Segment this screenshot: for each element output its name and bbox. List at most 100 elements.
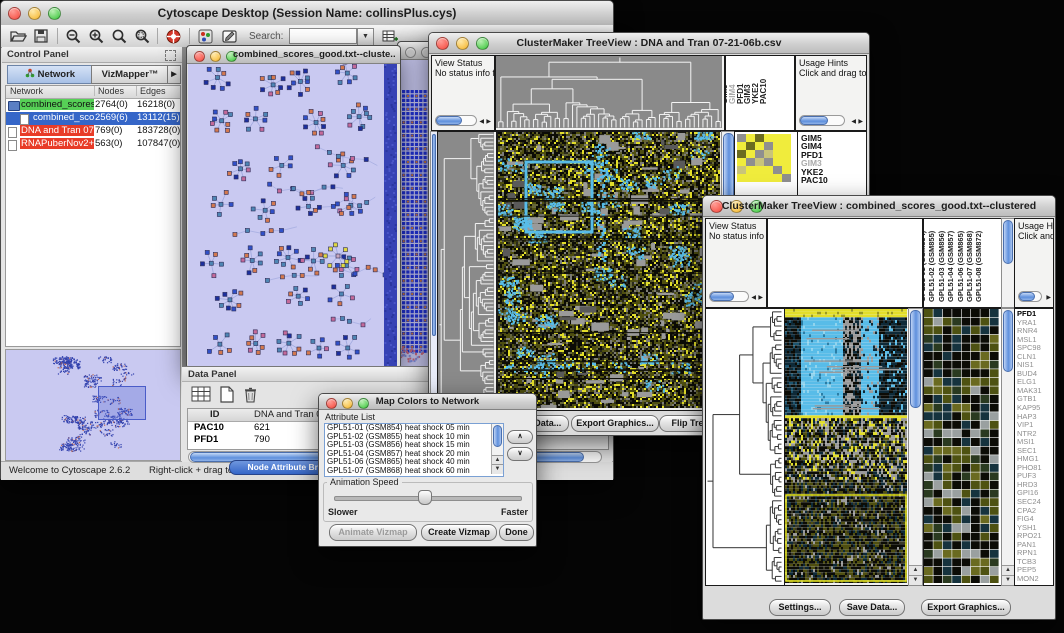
matrix-cell[interactable] — [755, 134, 764, 142]
scroll-left-arrow[interactable]: ◀ — [751, 293, 756, 303]
matrix-cell[interactable] — [746, 166, 755, 174]
tv2-zoom-panel[interactable] — [923, 308, 1002, 586]
matrix-cell[interactable] — [755, 150, 764, 158]
birdseye-viewport-rect[interactable] — [98, 386, 146, 420]
network-name[interactable]: RNAPuberNov2+ — [20, 138, 94, 149]
matrix-cell[interactable] — [773, 134, 782, 142]
tv1-zoom-matrix[interactable] — [737, 134, 791, 182]
search-dropdown-button[interactable]: ▼ — [357, 28, 374, 46]
new-document-icon[interactable] — [218, 385, 236, 404]
matrix-cell[interactable] — [782, 166, 791, 174]
attribute-table-icon[interactable] — [381, 28, 399, 45]
attribute-list[interactable]: GPL51-01 (GSM854) heat shock 05 minGPL51… — [324, 423, 504, 477]
scroll-right-arrow[interactable]: ▶ — [858, 117, 863, 127]
zoom-fit-icon[interactable] — [111, 28, 128, 45]
matrix-cell[interactable] — [746, 134, 755, 142]
tv1-row-dendrogram[interactable] — [437, 131, 497, 411]
network-table-row[interactable]: DNA and Tran 07769(0)183728(0) — [6, 125, 180, 138]
treeview2-titlebar[interactable]: ClusterMaker TreeView : combined_scores_… — [703, 196, 1055, 217]
matrix-cell[interactable] — [737, 158, 746, 166]
tv1-column-dendrogram[interactable] — [495, 55, 725, 131]
matrix-cell[interactable] — [782, 174, 791, 182]
birdseye-panel[interactable] — [5, 349, 181, 461]
speed-slider-thumb[interactable] — [418, 490, 432, 505]
col-nodes[interactable]: Nodes — [94, 86, 124, 96]
tv2-row-dendrogram[interactable] — [705, 308, 785, 586]
matrix-cell[interactable] — [737, 166, 746, 174]
tv2-hints-hscrollbar[interactable] — [1018, 291, 1042, 302]
search-input[interactable] — [289, 28, 357, 44]
create-vizmap-button[interactable]: Create Vizmap — [421, 524, 497, 541]
network-name[interactable]: combined_sco — [32, 112, 94, 123]
matrix-cell[interactable] — [782, 158, 791, 166]
zoom-selected-icon[interactable] — [134, 28, 151, 45]
matrix-cell[interactable] — [773, 174, 782, 182]
tab-vizmapper[interactable]: VizMapper™ — [91, 65, 169, 84]
matrix-cell[interactable] — [782, 142, 791, 150]
network-table-row[interactable]: combined_scores2764(0)16218(0) — [6, 99, 180, 112]
dialog-titlebar[interactable]: Map Colors to Network — [319, 394, 536, 410]
tv1-hints-hscrollbar[interactable] — [799, 115, 845, 126]
matrix-cell[interactable] — [755, 142, 764, 150]
matrix-cell[interactable] — [764, 158, 773, 166]
matrix-cell[interactable] — [764, 134, 773, 142]
matrix-cell[interactable] — [764, 142, 773, 150]
tv1-export-graphics-button[interactable]: Export Graphics... — [571, 415, 659, 432]
matrix-cell[interactable] — [737, 134, 746, 142]
annotation-icon[interactable] — [221, 28, 239, 45]
network-canvas-1[interactable] — [188, 64, 397, 366]
matrix-cell[interactable] — [773, 166, 782, 174]
matrix-cell[interactable] — [764, 174, 773, 182]
tv2-save-data-button[interactable]: Save Data... — [839, 599, 905, 616]
move-up-button[interactable]: ∧ — [507, 430, 533, 444]
matrix-cell[interactable] — [737, 142, 746, 150]
matrix-cell[interactable] — [764, 150, 773, 158]
done-button[interactable]: Done — [499, 524, 534, 541]
network-name[interactable]: DNA and Tran 07 — [20, 125, 94, 136]
tv2-status-hscrollbar[interactable] — [709, 291, 749, 302]
window-controls[interactable] — [194, 51, 237, 62]
tv1-heatmap[interactable] — [497, 131, 723, 411]
tv2-column-dendrogram-area[interactable] — [767, 218, 923, 308]
tab-network[interactable]: Network — [7, 65, 93, 84]
vizmapper-icon[interactable] — [197, 28, 214, 45]
matrix-cell[interactable] — [755, 174, 764, 182]
matrix-cell[interactable] — [773, 150, 782, 158]
tv1-status-hscrollbar[interactable] — [435, 115, 477, 126]
matrix-cell[interactable] — [746, 158, 755, 166]
network-table-row[interactable]: RNAPuberNov2+563(0)107847(0) — [6, 138, 180, 151]
scroll-left-arrow[interactable]: ◀ — [479, 117, 484, 127]
scroll-down-arrow[interactable]: ▼ — [492, 464, 503, 474]
tv2-export-graphics-button[interactable]: Export Graphics... — [921, 599, 1011, 616]
tv2-heatmap-vscrollbar[interactable]: ▲ ▼ — [908, 308, 923, 586]
zoom-out-icon[interactable] — [65, 28, 82, 45]
scroll-left-arrow[interactable]: ◀ — [851, 117, 856, 127]
matrix-cell[interactable] — [773, 142, 782, 150]
tv2-settings-button[interactable]: Settings... — [769, 599, 831, 616]
tv2-collabel-vscrollbar[interactable] — [1001, 218, 1015, 308]
matrix-cell[interactable] — [746, 142, 755, 150]
tab-overflow-arrow[interactable]: ▶ — [167, 65, 181, 84]
matrix-cell[interactable] — [764, 166, 773, 174]
help-lifering-icon[interactable] — [165, 28, 182, 45]
network-table-row[interactable]: combined_sco2569(6)13112(15) — [6, 112, 180, 125]
matrix-cell[interactable] — [755, 166, 764, 174]
scroll-down-arrow[interactable]: ▼ — [909, 575, 922, 585]
col-id[interactable]: ID — [210, 409, 220, 420]
matrix-cell[interactable] — [737, 174, 746, 182]
matrix-cell[interactable] — [746, 174, 755, 182]
open-folder-icon[interactable] — [9, 28, 27, 44]
main-titlebar[interactable]: Cytoscape Desktop (Session Name: collins… — [1, 1, 613, 26]
matrix-cell[interactable] — [737, 150, 746, 158]
tv2-zoom-vscrollbar[interactable]: ▲ ▼ — [1001, 308, 1015, 586]
treeview1-titlebar[interactable]: ClusterMaker TreeView : DNA and Tran 07-… — [429, 33, 869, 54]
table-grid-icon[interactable] — [190, 385, 212, 404]
attribute-list-item[interactable]: GPL51-07 (GSM868) heat shock 60 min — [327, 467, 503, 476]
matrix-cell[interactable] — [746, 150, 755, 158]
scroll-right-arrow[interactable]: ▶ — [486, 117, 491, 127]
matrix-cell[interactable] — [782, 150, 791, 158]
save-icon[interactable] — [33, 28, 49, 44]
float-panel-icon[interactable] — [165, 50, 176, 61]
scroll-up-arrow[interactable]: ▲ — [1002, 565, 1014, 575]
scroll-up-arrow[interactable]: ▲ — [909, 565, 922, 575]
